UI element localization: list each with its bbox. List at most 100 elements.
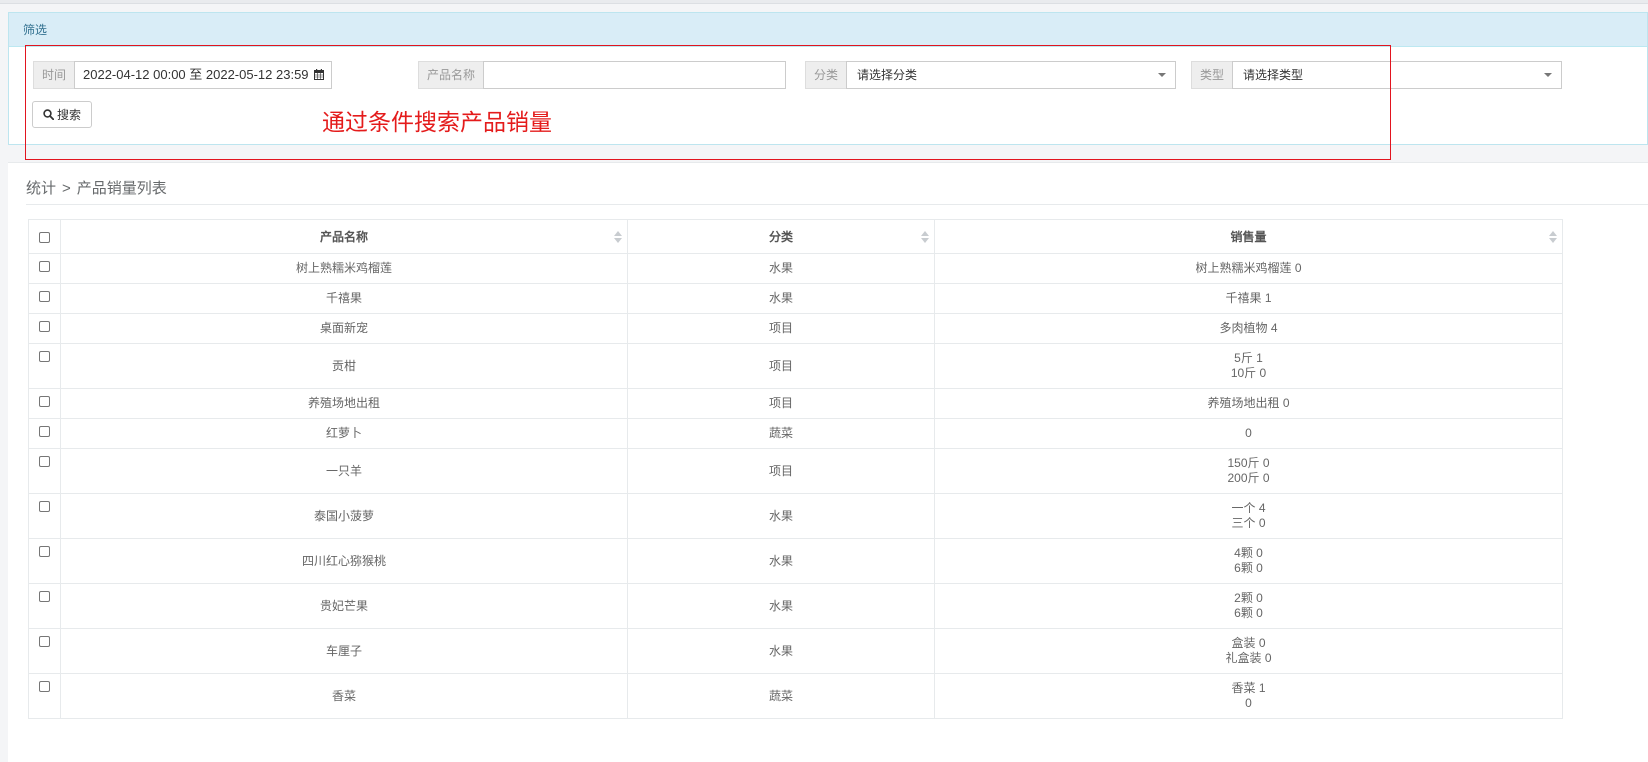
- product-name-cell: 养殖场地出租: [60, 388, 628, 419]
- table-row[interactable]: 红萝卜 蔬菜 0: [28, 418, 1563, 449]
- row-select-cell: [28, 493, 61, 539]
- sales-cell: 5斤 1 10斤 0: [934, 343, 1563, 389]
- category-cell: 水果: [627, 538, 935, 584]
- sales-cell: 4颗 0 6颗 0: [934, 538, 1563, 584]
- category-cell: 项目: [627, 388, 935, 419]
- category-cell: 项目: [627, 343, 935, 389]
- sales-cell: 香菜 10: [934, 673, 1563, 719]
- sales-line: 5斤 1: [1234, 351, 1263, 365]
- sales-cell: 150斤 0 200斤 0: [934, 448, 1563, 494]
- top-border: [0, 0, 1648, 4]
- category-cell: 水果: [627, 283, 935, 314]
- sales-cell: 一个 4 三个 0: [934, 493, 1563, 539]
- breadcrumb-parent[interactable]: 统计: [26, 180, 56, 197]
- row-select-cell: [28, 448, 61, 494]
- sales-line: 香菜 1: [1231, 681, 1266, 695]
- category-cell: 水果: [627, 493, 935, 539]
- list-panel: 统计 > 产品销量列表 产品名称 分类 销售量 树上熟糯米鸡榴莲 水果 树上熟糯米鸡榴莲…: [8, 162, 1648, 762]
- row-select-cell: [28, 673, 61, 719]
- product-name-cell: 红萝卜: [60, 418, 628, 449]
- divider: [26, 204, 1648, 205]
- product-name-cell: 桌面新宠: [60, 313, 628, 344]
- select-all-cell: [28, 219, 61, 254]
- table-row[interactable]: 贵妃芒果 水果 2颗 0 6颗 0: [28, 583, 1563, 629]
- row-select-cell: [28, 313, 61, 344]
- row-checkbox[interactable]: [39, 351, 50, 363]
- sales-line: 2颗 0: [1234, 591, 1263, 605]
- breadcrumb-current: 产品销量列表: [76, 180, 167, 197]
- table-row[interactable]: 泰国小菠萝 水果 一个 4 三个 0: [28, 493, 1563, 539]
- table-row[interactable]: 香菜 蔬菜 香菜 10: [28, 673, 1563, 719]
- table-row[interactable]: 桌面新宠 项目 多肉植物 4: [28, 313, 1563, 344]
- chevron-down-icon: [1544, 73, 1553, 77]
- product-name-cell: 车厘子: [60, 628, 628, 674]
- table-row[interactable]: 养殖场地出租 项目 养殖场地出租 0: [28, 388, 1563, 419]
- sales-line: 树上熟糯米鸡榴莲 0: [1195, 261, 1302, 275]
- filter-panel-title: 筛选: [9, 13, 1647, 47]
- row-select-cell: [28, 418, 61, 449]
- category-cell: 项目: [627, 313, 935, 344]
- sales-line: 三个 0: [1231, 516, 1266, 530]
- column-header-name[interactable]: 产品名称: [60, 219, 628, 254]
- sales-line: 200斤 0: [1227, 471, 1270, 485]
- product-name-cell: 泰国小菠萝: [60, 493, 628, 539]
- row-select-cell: [28, 583, 61, 629]
- row-checkbox[interactable]: [39, 681, 50, 693]
- sales-cell: 多肉植物 4: [934, 313, 1563, 344]
- table-row[interactable]: 树上熟糯米鸡榴莲 水果 树上熟糯米鸡榴莲 0: [28, 253, 1563, 284]
- row-checkbox[interactable]: [39, 396, 50, 408]
- annotation-box: [25, 45, 1391, 160]
- sales-cell: 树上熟糯米鸡榴莲 0: [934, 253, 1563, 284]
- row-select-cell: [28, 538, 61, 584]
- category-cell: 蔬菜: [627, 418, 935, 449]
- product-name-cell: 贡柑: [60, 343, 628, 389]
- sales-line: 多肉植物 4: [1219, 321, 1278, 335]
- row-checkbox[interactable]: [39, 636, 50, 648]
- category-cell: 蔬菜: [627, 673, 935, 719]
- row-checkbox[interactable]: [39, 501, 50, 513]
- table-row[interactable]: 四川红心猕猴桃 水果 4颗 0 6颗 0: [28, 538, 1563, 584]
- row-select-cell: [28, 283, 61, 314]
- row-checkbox[interactable]: [39, 321, 50, 333]
- product-name-cell: 四川红心猕猴桃: [60, 538, 628, 584]
- sales-line: 4颗 0: [1234, 546, 1263, 560]
- sales-line: 6颗 0: [1234, 561, 1263, 575]
- sort-icon[interactable]: [921, 231, 929, 243]
- row-checkbox[interactable]: [39, 591, 50, 603]
- product-name-cell: 一只羊: [60, 448, 628, 494]
- sales-cell: 盒装 0 礼盒装 0: [934, 628, 1563, 674]
- table-header-row: 产品名称 分类 销售量: [28, 219, 1563, 254]
- breadcrumb-separator: >: [62, 180, 71, 197]
- sort-icon[interactable]: [614, 231, 622, 243]
- sales-line: 千禧果 1: [1225, 291, 1272, 305]
- column-header-sales[interactable]: 销售量: [934, 219, 1563, 254]
- sales-line: 10斤 0: [1230, 366, 1267, 380]
- category-cell: 水果: [627, 583, 935, 629]
- sales-table: 产品名称 分类 销售量 树上熟糯米鸡榴莲 水果 树上熟糯米鸡榴莲 0 千禧果 水果 千禧果…: [28, 219, 1563, 719]
- sales-line: 礼盒装 0: [1225, 651, 1272, 665]
- row-select-cell: [28, 253, 61, 284]
- sales-line: 一个 4: [1231, 501, 1266, 515]
- row-checkbox[interactable]: [39, 261, 50, 273]
- category-cell: 水果: [627, 253, 935, 284]
- row-checkbox[interactable]: [39, 426, 50, 438]
- select-all-checkbox[interactable]: [39, 231, 50, 243]
- row-select-cell: [28, 343, 61, 389]
- sales-cell: 0: [934, 418, 1563, 449]
- row-select-cell: [28, 628, 61, 674]
- table-row[interactable]: 一只羊 项目 150斤 0 200斤 0: [28, 448, 1563, 494]
- product-name-cell: 千禧果: [60, 283, 628, 314]
- row-checkbox[interactable]: [39, 291, 50, 303]
- row-checkbox[interactable]: [39, 456, 50, 468]
- row-select-cell: [28, 388, 61, 419]
- sales-line: 0: [1245, 426, 1252, 440]
- table-row[interactable]: 千禧果 水果 千禧果 1: [28, 283, 1563, 314]
- sort-icon[interactable]: [1549, 231, 1557, 243]
- sales-cell: 养殖场地出租 0: [934, 388, 1563, 419]
- category-cell: 项目: [627, 448, 935, 494]
- table-row[interactable]: 车厘子 水果 盒装 0 礼盒装 0: [28, 628, 1563, 674]
- row-checkbox[interactable]: [39, 546, 50, 558]
- table-row[interactable]: 贡柑 项目 5斤 1 10斤 0: [28, 343, 1563, 389]
- product-name-cell: 贵妃芒果: [60, 583, 628, 629]
- column-header-category[interactable]: 分类: [627, 219, 935, 254]
